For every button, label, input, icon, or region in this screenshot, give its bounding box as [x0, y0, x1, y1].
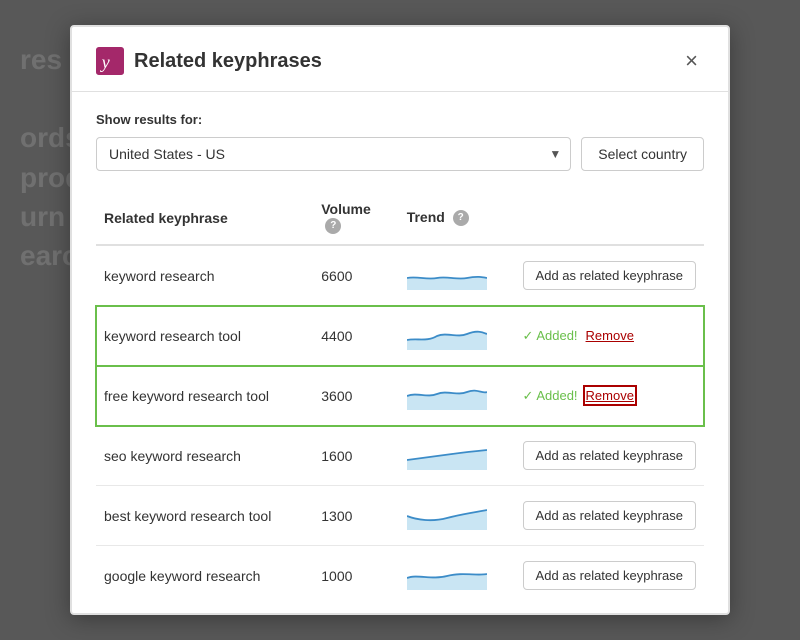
volume-cell: 6600 — [313, 245, 398, 306]
add-keyphrase-button[interactable]: Add as related keyphrase — [523, 561, 696, 590]
volume-help-icon[interactable]: ? — [325, 218, 341, 234]
country-select-wrapper: United States - US United Kingdom - UK C… — [96, 137, 571, 171]
volume-cell: 3600 — [313, 366, 398, 426]
filter-row: United States - US United Kingdom - UK C… — [96, 137, 704, 171]
added-group: ✓ Added! Remove — [523, 328, 696, 344]
added-check-icon: ✓ Added! — [523, 328, 578, 344]
close-button[interactable]: × — [679, 48, 704, 74]
volume-cell: 1600 — [313, 426, 398, 486]
remove-button[interactable]: Remove — [586, 328, 634, 343]
add-keyphrase-button[interactable]: Add as related keyphrase — [523, 501, 696, 530]
keyphrase-cell: google keyword research — [96, 546, 313, 597]
table-row: seo keyword research1600 Add as related … — [96, 426, 704, 486]
trend-help-icon[interactable]: ? — [453, 210, 469, 226]
table-row: keyword research tool4400 ✓ Added! Remove — [96, 306, 704, 366]
related-keyphrases-modal: y Related keyphrases × Show results for:… — [70, 25, 730, 615]
modal-header: y Related keyphrases × — [72, 27, 728, 92]
modal-footer-space — [72, 597, 728, 613]
table-row: free keyword research tool3600 ✓ Added! R… — [96, 366, 704, 426]
volume-cell: 1300 — [313, 486, 398, 546]
col-header-volume: Volume ? — [313, 191, 398, 245]
keyphrase-cell: best keyword research tool — [96, 486, 313, 546]
table-row: google keyword research1000 Add as relat… — [96, 546, 704, 597]
action-cell: ✓ Added! Remove — [515, 366, 704, 426]
show-results-label: Show results for: — [96, 112, 704, 127]
added-group: ✓ Added! Remove — [523, 388, 696, 404]
volume-cell: 1000 — [313, 546, 398, 597]
trend-cell — [399, 306, 515, 366]
added-check-icon: ✓ Added! — [523, 388, 578, 404]
trend-cell — [399, 486, 515, 546]
remove-button[interactable]: Remove — [586, 388, 634, 403]
table-row: best keyword research tool1300 Add as re… — [96, 486, 704, 546]
table-row: keyword research6600 Add as related keyp… — [96, 245, 704, 306]
keyphrases-table: Related keyphrase Volume ? Trend ? keywo… — [96, 191, 704, 597]
modal-title: Related keyphrases — [134, 50, 322, 73]
modal-body: Show results for: United States - US Uni… — [72, 92, 728, 597]
action-cell: ✓ Added! Remove — [515, 306, 704, 366]
action-cell: Add as related keyphrase — [515, 426, 704, 486]
add-keyphrase-button[interactable]: Add as related keyphrase — [523, 261, 696, 290]
keyphrase-cell: seo keyword research — [96, 426, 313, 486]
col-header-action — [515, 191, 704, 245]
keyphrase-cell: keyword research tool — [96, 306, 313, 366]
action-cell: Add as related keyphrase — [515, 546, 704, 597]
modal-title-group: y Related keyphrases — [96, 47, 322, 75]
svg-text:y: y — [100, 52, 111, 72]
trend-cell — [399, 546, 515, 597]
add-keyphrase-button[interactable]: Add as related keyphrase — [523, 441, 696, 470]
select-country-button[interactable]: Select country — [581, 137, 704, 171]
action-cell: Add as related keyphrase — [515, 245, 704, 306]
keyphrase-cell: free keyword research tool — [96, 366, 313, 426]
trend-cell — [399, 426, 515, 486]
col-header-phrase: Related keyphrase — [96, 191, 313, 245]
col-header-trend: Trend ? — [399, 191, 515, 245]
yoast-icon: y — [96, 47, 124, 75]
volume-cell: 4400 — [313, 306, 398, 366]
country-select[interactable]: United States - US United Kingdom - UK C… — [96, 137, 571, 171]
trend-cell — [399, 366, 515, 426]
keyphrase-cell: keyword research — [96, 245, 313, 306]
action-cell: Add as related keyphrase — [515, 486, 704, 546]
trend-cell — [399, 245, 515, 306]
